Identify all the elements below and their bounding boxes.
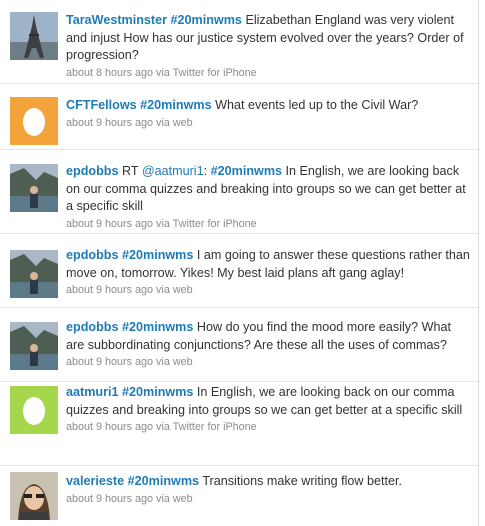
user-avatar[interactable] xyxy=(10,322,58,370)
user-avatar[interactable] xyxy=(10,250,58,298)
tweet-timestamp[interactable]: about 9 hours ago xyxy=(66,493,153,505)
tweet-meta: about 9 hours ago via web xyxy=(66,116,470,130)
tweet-username[interactable]: valerieste xyxy=(66,474,124,488)
user-avatar[interactable] xyxy=(10,12,58,60)
via-label: via xyxy=(156,356,170,368)
tweet-timestamp[interactable]: about 9 hours ago xyxy=(66,284,153,296)
tweet-item: valerieste #20minwms Transitions make wr… xyxy=(0,466,478,526)
fjord-photo-icon xyxy=(10,322,58,370)
eiffel-tower-icon xyxy=(10,12,58,60)
tweet-source[interactable]: Twitter for iPhone xyxy=(173,218,257,230)
tweet-meta: about 8 hours ago via Twitter for iPhone xyxy=(66,66,470,80)
hashtag-link[interactable]: #20minwms xyxy=(122,385,193,399)
hashtag-link[interactable]: #20minwms xyxy=(211,164,282,178)
tweet-username[interactable]: epdobbs xyxy=(66,164,118,178)
fjord-photo-icon xyxy=(10,164,58,212)
via-label: via xyxy=(156,284,170,296)
tweet-item: aatmuri1 #20minwms In English, we are lo… xyxy=(0,382,478,466)
tweet-source[interactable]: web xyxy=(173,493,193,505)
tweet-meta: about 9 hours ago via web xyxy=(66,283,470,297)
tweet-meta: about 9 hours ago via web xyxy=(66,355,470,369)
tweet-feed: TaraWestminster #20minwms Elizabethan En… xyxy=(0,0,479,526)
tweet-username[interactable]: aatmuri1 xyxy=(66,385,119,399)
tweet-source[interactable]: web xyxy=(173,117,193,129)
tweet-username[interactable]: epdobbs xyxy=(66,248,118,262)
tweet-timestamp[interactable]: about 9 hours ago xyxy=(66,218,153,230)
tweet-content: Transitions make writing flow better. xyxy=(202,474,403,488)
user-avatar[interactable] xyxy=(10,97,58,145)
tweet-timestamp[interactable]: about 9 hours ago xyxy=(66,356,153,368)
tweet-content: What events led up to the Civil War? xyxy=(215,98,419,112)
tweet-text: aatmuri1 #20minwms In English, we are lo… xyxy=(66,384,470,419)
tweet-text: TaraWestminster #20minwms Elizabethan En… xyxy=(66,12,470,65)
hashtag-link[interactable]: #20minwms xyxy=(122,320,193,334)
tweet-source[interactable]: web xyxy=(173,284,193,296)
person-photo-icon xyxy=(10,472,58,520)
via-label: via xyxy=(156,492,170,505)
via-label: via xyxy=(156,66,170,79)
via-label: via xyxy=(156,217,170,230)
tweet-text: epdobbs #20minwms I am going to answer t… xyxy=(66,247,470,282)
tweet-timestamp[interactable]: about 8 hours ago xyxy=(66,67,153,79)
tweet-meta: about 9 hours ago via Twitter for iPhone xyxy=(66,420,470,434)
tweet-source[interactable]: web xyxy=(173,356,193,368)
tweet-username[interactable]: epdobbs xyxy=(66,320,118,334)
tweet-meta: about 9 hours ago via web xyxy=(66,492,470,506)
tweet-item: TaraWestminster #20minwms Elizabethan En… xyxy=(0,0,478,84)
fjord-photo-icon xyxy=(10,250,58,298)
tweet-meta: about 9 hours ago via Twitter for iPhone xyxy=(66,217,470,231)
hashtag-link[interactable]: #20minwms xyxy=(128,474,199,488)
tweet-text: epdobbs RT @aatmuri1: #20minwms In Engli… xyxy=(66,164,466,213)
default-egg-icon xyxy=(10,97,58,145)
hashtag-link[interactable]: #20minwms xyxy=(171,13,242,27)
mention-link[interactable]: @aatmuri1 xyxy=(142,164,204,178)
tweet-username[interactable]: CFTFellows xyxy=(66,98,137,112)
tweet-item: CFTFellows #20minwms What events led up … xyxy=(0,84,478,150)
hashtag-link[interactable]: #20minwms xyxy=(122,248,193,262)
tweet-source[interactable]: Twitter for iPhone xyxy=(173,421,257,433)
tweet-username[interactable]: TaraWestminster xyxy=(66,13,167,27)
tweet-text: CFTFellows #20minwms What events led up … xyxy=(66,97,470,115)
tweet-item: epdobbs #20minwms I am going to answer t… xyxy=(0,234,478,308)
tweet-source[interactable]: Twitter for iPhone xyxy=(173,67,257,79)
via-label: via xyxy=(156,116,170,129)
tweet-item: epdobbs #20minwms How do you find the mo… xyxy=(0,308,478,382)
retweet-prefix: RT xyxy=(121,164,139,178)
hashtag-link[interactable]: #20minwms xyxy=(140,98,211,112)
user-avatar[interactable] xyxy=(10,472,58,520)
tweet-text: valerieste #20minwms Transitions make wr… xyxy=(66,473,470,491)
user-avatar[interactable] xyxy=(10,386,58,434)
default-egg-icon xyxy=(10,386,58,434)
tweet-timestamp[interactable]: about 9 hours ago xyxy=(66,421,153,433)
user-avatar[interactable] xyxy=(10,164,58,212)
tweet-item: epdobbs RT @aatmuri1: #20minwms In Engli… xyxy=(0,150,478,234)
tweet-timestamp[interactable]: about 9 hours ago xyxy=(66,117,153,129)
via-label: via xyxy=(156,421,170,433)
tweet-text: epdobbs #20minwms How do you find the mo… xyxy=(66,319,470,354)
